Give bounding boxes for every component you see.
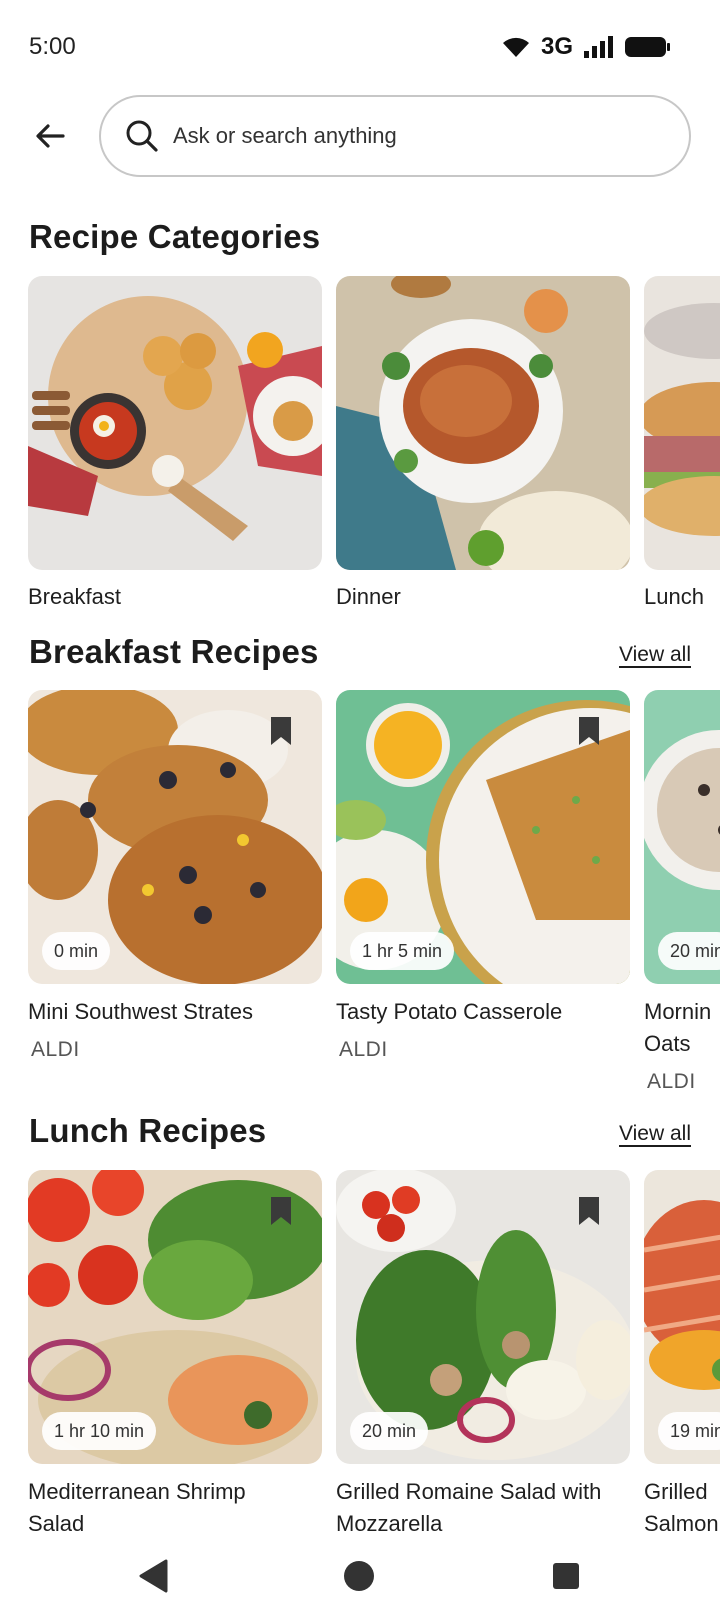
category-label: Dinner [336,584,401,606]
back-button[interactable] [30,116,70,156]
recipe-time-badge: 0 min [42,932,111,970]
breakfast-view-all-link[interactable]: View all [619,643,691,667]
category-card-breakfast[interactable]: Breakfast [28,276,322,606]
recipe-time-badge: 20 min [350,1412,429,1450]
recipe-time-badge: 1 hr 10 min [42,1412,157,1450]
status-bar: 5:00 3G [0,0,720,96]
breakfast-recipes-row[interactable]: 0 min Mini Southwest Strates ALDI 1 hr 5… [0,690,720,1100]
recipe-title: Mornin Oats [644,999,712,1056]
category-label: Breakfast [28,584,121,606]
status-time: 5:00 [29,33,76,60]
recipe-image: 1 hr 5 min [336,690,630,984]
nav-back-button[interactable] [131,1554,175,1598]
bookmark-icon[interactable] [270,716,292,746]
recipe-title: Tasty Potato Casserole [336,999,563,1024]
lunch-view-all-link[interactable]: View all [619,1122,691,1146]
recipe-time-badge: 20 min [658,932,720,970]
recipe-image: 20 min [644,690,720,984]
recipe-card[interactable]: 1 hr 5 min Tasty Potato Casserole ALDI [336,690,630,1062]
categories-row[interactable]: Breakfast Dinner Lunch [0,276,720,606]
recipe-card[interactable]: 0 min Mini Southwest Strates ALDI [28,690,322,1062]
recipe-image: 1 hr 10 min [28,1170,322,1464]
signal-icon [584,36,613,58]
category-card-dinner[interactable]: Dinner [336,276,630,606]
recipe-brand: ALDI [339,1038,388,1061]
recipe-image: 0 min [28,690,322,984]
recipe-title: Mini Southwest Strates [28,999,253,1024]
lunch-recipes-title: Lunch Recipes [29,1112,267,1149]
recipe-title: Mediterranean Shrimp Salad [28,1479,246,1536]
search-placeholder: Ask or search anything [173,123,397,148]
recipe-time-badge: 19 min [658,1412,720,1450]
battery-icon [625,37,670,57]
recipe-image: 19 min [644,1170,720,1464]
square-recents-icon [553,1563,579,1589]
recipe-brand: ALDI [31,1038,80,1061]
triangle-back-icon [139,1559,168,1593]
circle-home-icon [344,1561,374,1591]
status-icons: 3G [501,30,671,64]
lunch-recipes-row[interactable]: 1 hr 10 min Mediterranean Shrimp Salad 20… [0,1170,720,1536]
category-image-dinner [336,276,630,570]
category-image-breakfast [28,276,322,570]
recipe-card[interactable]: 20 min Mornin Oats ALDI [644,690,720,1094]
nav-home-button[interactable] [337,1554,381,1598]
category-label: Lunch [644,584,704,606]
search-icon [126,120,158,152]
network-type: 3G [540,33,573,60]
nav-recents-button[interactable] [544,1554,588,1598]
recipe-card[interactable]: 19 min Grilled Salmon [644,1170,720,1536]
recipe-categories-title: Recipe Categories [29,218,321,255]
recipe-card[interactable]: 1 hr 10 min Mediterranean Shrimp Salad [28,1170,322,1536]
category-card-lunch[interactable]: Lunch [644,276,720,606]
recipe-card[interactable]: 20 min Grilled Romaine Salad with Mozzare… [336,1170,630,1536]
bookmark-icon[interactable] [578,716,600,746]
wifi-icon [502,37,529,57]
bookmark-icon[interactable] [270,1196,292,1226]
bookmark-icon[interactable] [578,1196,600,1226]
arrow-left-icon [36,124,65,148]
category-image-lunch [644,276,720,570]
system-nav-bar [0,1536,720,1616]
recipe-title: Grilled Romaine Salad with Mozzarella [336,1479,602,1536]
search-input[interactable]: Ask or search anything [99,95,691,177]
recipe-brand: ALDI [647,1070,696,1093]
recipe-image: 20 min [336,1170,630,1464]
breakfast-recipes-title: Breakfast Recipes [29,633,319,670]
recipe-time-badge: 1 hr 5 min [350,932,455,970]
recipe-title: Grilled Salmon [644,1479,719,1536]
